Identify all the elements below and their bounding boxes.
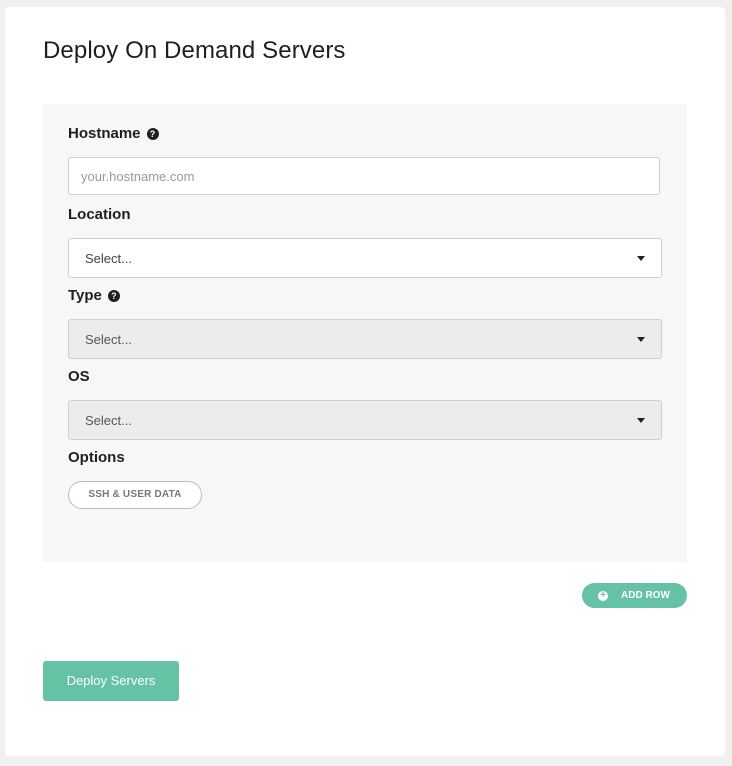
add-row-button[interactable]: + ADD ROW xyxy=(582,583,687,608)
ssh-user-data-button[interactable]: SSH & USER DATA xyxy=(68,481,202,509)
type-select[interactable]: Select... xyxy=(68,319,662,359)
caret-down-icon xyxy=(637,418,645,423)
question-circle-icon[interactable]: ? xyxy=(107,289,120,302)
os-select[interactable]: Select... xyxy=(68,400,662,440)
os-label-group: OS xyxy=(68,368,90,385)
location-label-group: Location xyxy=(68,206,131,223)
server-row-panel: Hostname ? Location Select... Type ? Sel… xyxy=(43,104,687,562)
location-select-value: Select... xyxy=(85,250,132,266)
page-title: Deploy On Demand Servers xyxy=(43,37,346,64)
type-label-group: Type ? xyxy=(68,287,120,304)
type-label: Type xyxy=(68,287,102,304)
caret-down-icon xyxy=(637,337,645,342)
plus-circle-icon: + xyxy=(598,590,608,601)
deploy-card: Deploy On Demand Servers Hostname ? Loca… xyxy=(5,7,725,756)
caret-down-icon xyxy=(637,256,645,261)
deploy-servers-button[interactable]: Deploy Servers xyxy=(43,661,179,701)
location-label: Location xyxy=(68,206,131,223)
options-label: Options xyxy=(68,449,125,466)
hostname-label: Hostname xyxy=(68,125,141,142)
location-select[interactable]: Select... xyxy=(68,238,662,278)
hostname-input[interactable] xyxy=(68,157,660,195)
type-select-value: Select... xyxy=(85,331,132,347)
options-label-group: Options xyxy=(68,449,125,466)
question-circle-icon[interactable]: ? xyxy=(146,127,159,140)
hostname-label-group: Hostname ? xyxy=(68,125,159,142)
os-label: OS xyxy=(68,368,90,385)
os-select-value: Select... xyxy=(85,412,132,428)
add-row-label: ADD ROW xyxy=(621,590,670,601)
